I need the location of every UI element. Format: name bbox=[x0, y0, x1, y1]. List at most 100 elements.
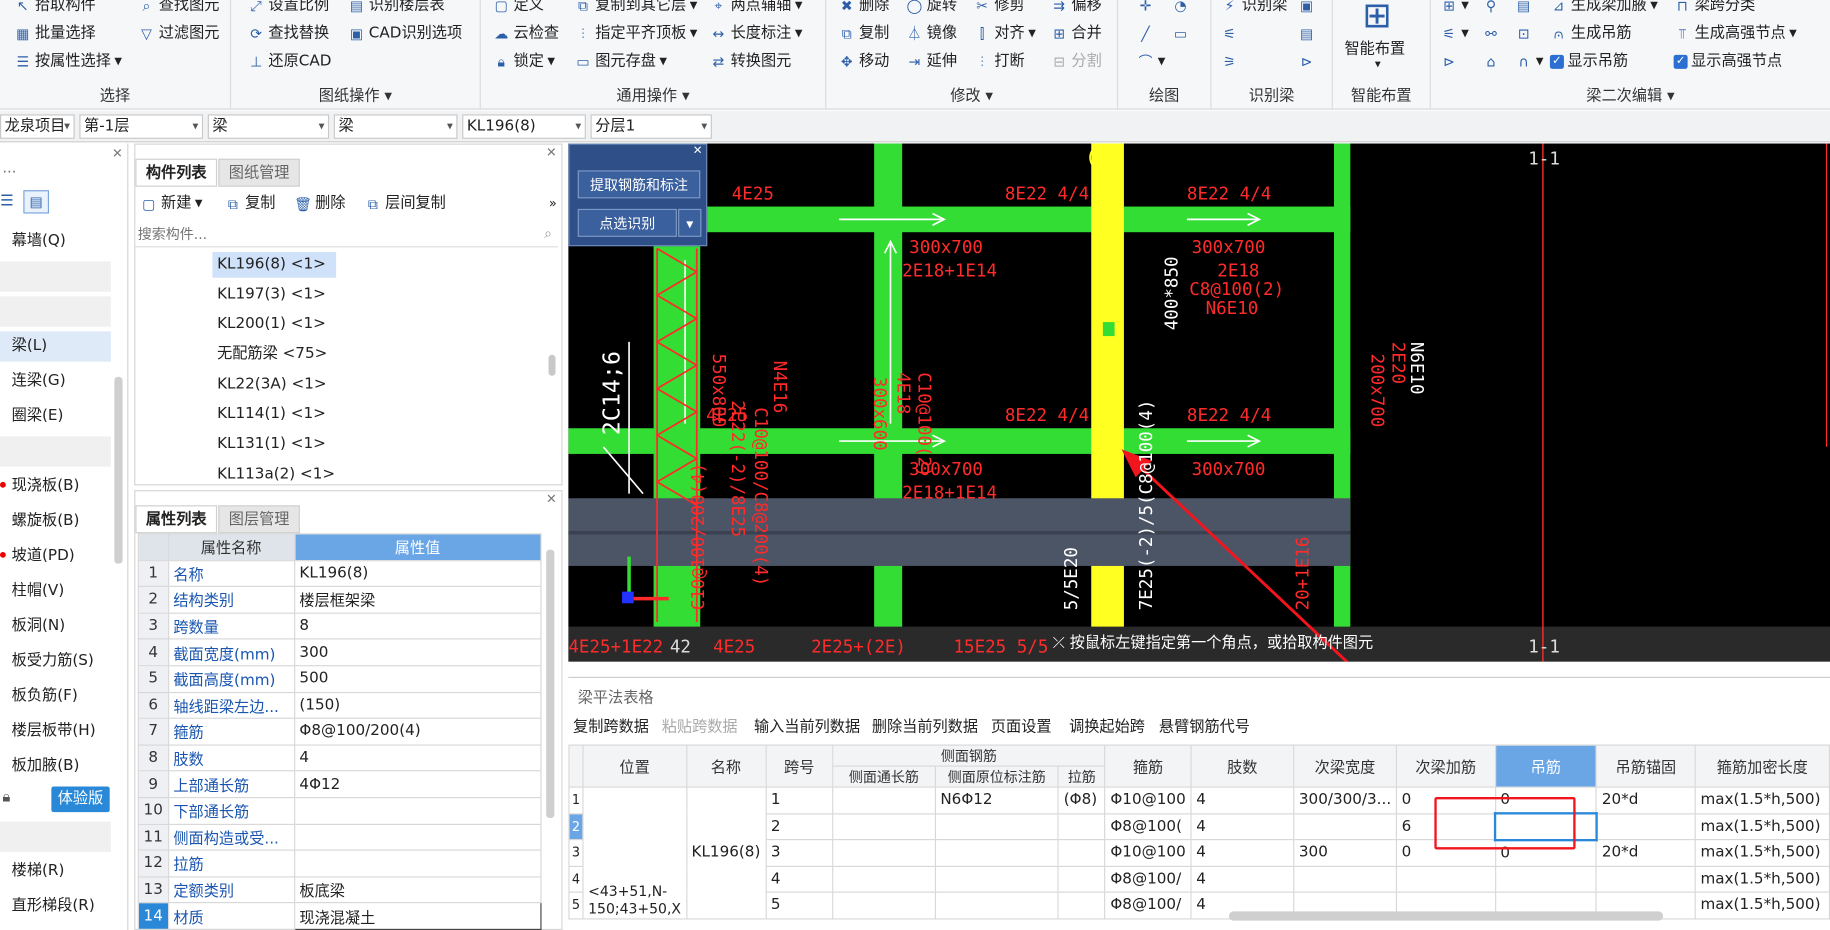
cell-secondary-width[interactable] bbox=[1293, 812, 1398, 841]
close-icon[interactable]: ✕ bbox=[112, 146, 123, 161]
table-h-scrollbar[interactable] bbox=[1228, 911, 1664, 921]
tree-item[interactable]: KL200(1) <1> bbox=[212, 312, 330, 338]
property-row[interactable]: 13 定额类别 板底梁 bbox=[137, 876, 542, 904]
property-value[interactable]: 4 bbox=[293, 744, 542, 772]
split-button[interactable]: ⊟ 分割 bbox=[1050, 49, 1101, 75]
recognize-floor-table-button[interactable]: ▤ 识别楼层表 bbox=[348, 0, 445, 19]
property-row[interactable]: 1 名称 KL196(8) bbox=[137, 559, 542, 588]
cell-dense-length[interactable]: max(1.5*h,500) bbox=[1694, 812, 1830, 841]
length-dimension-button[interactable]: ↔ 长度标注 ▾ bbox=[710, 21, 802, 47]
tree-item[interactable]: KL22(3A) <1> bbox=[212, 372, 331, 398]
property-value[interactable]: 500 bbox=[293, 665, 542, 693]
recognize-beam-button[interactable]: ⚡ 识别梁 bbox=[1221, 0, 1288, 19]
cell-dense-length[interactable]: max(1.5*h,500) bbox=[1694, 786, 1830, 814]
component-select[interactable]: KL196(8) bbox=[462, 114, 586, 139]
nav-item-slab-rebar[interactable]: 板受力筋(S) bbox=[0, 646, 111, 676]
cell-legs[interactable]: 4 bbox=[1190, 865, 1295, 893]
property-row[interactable]: 6 轴线距梁左边... (150) bbox=[137, 691, 542, 719]
select-by-attribute-button[interactable]: ☰ 按属性选择 ▾ bbox=[14, 49, 122, 75]
cell-side-continuous[interactable] bbox=[832, 839, 936, 867]
batch-select-button[interactable]: ▦ 批量选择 bbox=[14, 21, 96, 47]
property-row[interactable]: 12 拉筋 bbox=[137, 849, 542, 878]
close-icon[interactable]: ✕ bbox=[546, 145, 557, 160]
detail-view-icon[interactable]: ▤ bbox=[23, 190, 50, 214]
delete-button[interactable]: ✖ 删除 bbox=[838, 0, 889, 19]
offset-button[interactable]: ⇉ 偏移 bbox=[1050, 0, 1101, 19]
more-icon[interactable]: » bbox=[549, 196, 557, 211]
cell-secondary-width[interactable]: 300/300/3... bbox=[1293, 786, 1398, 814]
cantilever-rebar-code-button[interactable]: 悬臂钢筋代号 bbox=[1159, 716, 1250, 739]
cell-hanger-anchor[interactable]: 20*d bbox=[1595, 786, 1696, 814]
beam-selected[interactable] bbox=[1091, 143, 1124, 662]
tab-property-list[interactable]: 属性列表 bbox=[135, 505, 218, 534]
cell-tie[interactable] bbox=[1057, 812, 1106, 841]
lock-button[interactable]: 🔒︎ 锁定 ▾ bbox=[493, 49, 555, 75]
beam-tool-5-button[interactable]: ⚯ bbox=[1482, 21, 1500, 47]
beam-tool-3-button[interactable]: ▤ bbox=[1515, 0, 1533, 19]
swap-start-span-button[interactable]: 调换起始跨 bbox=[1069, 716, 1145, 739]
recognize-tool-3-button[interactable]: ⚞ bbox=[1221, 49, 1239, 75]
property-row[interactable]: 2 结构类别 楼层框架梁 bbox=[137, 586, 542, 614]
beam-tool-2-button[interactable]: ⚲ bbox=[1482, 0, 1500, 19]
new-component-button[interactable]: ▢ 新建 ▾ bbox=[140, 191, 202, 217]
property-value[interactable] bbox=[293, 849, 542, 878]
extend-button[interactable]: ⇥ 延伸 bbox=[906, 49, 957, 75]
property-row[interactable]: 9 上部通长筋 4Φ12 bbox=[137, 770, 542, 799]
cell-dense-length[interactable]: max(1.5*h,500) bbox=[1694, 839, 1830, 867]
beam-tool-1-button[interactable]: ⊞ ▾ bbox=[1440, 0, 1469, 19]
beam-tool-9-button[interactable]: ∩ ▾ bbox=[1515, 49, 1544, 75]
property-row[interactable]: 3 跨数量 8 bbox=[137, 612, 542, 640]
cell-side-continuous[interactable] bbox=[832, 786, 936, 814]
property-row[interactable]: 5 截面高度(mm) 500 bbox=[137, 665, 542, 693]
property-row[interactable]: 14 材质 现浇混凝土 bbox=[137, 902, 542, 930]
property-value[interactable]: 8 bbox=[293, 612, 542, 640]
draw-curve-button[interactable]: ⌒ ▾ bbox=[1137, 49, 1165, 75]
grip-point[interactable] bbox=[1102, 322, 1115, 337]
property-value[interactable] bbox=[293, 823, 542, 851]
extract-rebar-button[interactable]: 提取钢筋和标注 bbox=[577, 170, 701, 199]
show-high-strength-node-checkbox[interactable]: ✓ 显示高强节点 bbox=[1673, 49, 1782, 75]
cell-stirrup[interactable]: Φ8@100( bbox=[1104, 812, 1192, 841]
cell-side-original[interactable] bbox=[934, 891, 1060, 919]
recognize-tool-4-button[interactable]: ▣ bbox=[1298, 0, 1316, 19]
filter-element-button[interactable]: ▽ 过滤图元 bbox=[138, 21, 219, 47]
property-value[interactable] bbox=[293, 796, 542, 825]
restore-cad-button[interactable]: ⊥ 还原CAD bbox=[247, 49, 331, 75]
cell-secondary-add[interactable] bbox=[1395, 865, 1496, 893]
property-row[interactable]: 8 肢数 4 bbox=[137, 744, 542, 772]
page-setup-button[interactable]: 页面设置 bbox=[991, 716, 1052, 739]
tree-item[interactable]: KL197(3) <1> bbox=[212, 282, 330, 308]
cad-drawing[interactable]: 4E25 8E22 4/4 8E22 4/4 300x700 2E18+1E14 300x… bbox=[568, 143, 1830, 662]
beam-tool-7-button[interactable]: ⊳ bbox=[1440, 49, 1458, 75]
break-button[interactable]: ⫶ 打断 bbox=[973, 49, 1024, 75]
nav-item-straight-flight[interactable]: 直形梯段(R) bbox=[0, 892, 111, 922]
nav-item-coupling-beam[interactable]: 连梁(G) bbox=[0, 366, 111, 396]
point-recognize-button[interactable]: 点选识别 bbox=[577, 208, 677, 237]
nav-item-slab-haunch[interactable]: 板加腋(B) bbox=[0, 751, 111, 781]
cell-legs[interactable]: 4 bbox=[1190, 812, 1295, 841]
align-button[interactable]: ⫿ 对齐 ▾ bbox=[973, 21, 1036, 47]
smart-layout-icon[interactable]: ⊞ bbox=[1354, 0, 1401, 37]
cell-side-original[interactable] bbox=[934, 812, 1060, 841]
cell-secondary-width[interactable] bbox=[1293, 865, 1398, 893]
chevron-down-icon[interactable]: ▾ bbox=[678, 208, 702, 237]
tab-layer-management[interactable]: 图层管理 bbox=[218, 505, 300, 534]
beam-tool-6-button[interactable]: ⊡ bbox=[1515, 21, 1533, 47]
copy-component-button[interactable]: ⧉ 复制 bbox=[224, 191, 276, 217]
property-scrollbar[interactable] bbox=[546, 549, 555, 818]
cloud-check-button[interactable]: ☁ 云检查 bbox=[493, 21, 559, 47]
span-classify-button[interactable]: ⊓ 梁跨分类 bbox=[1674, 0, 1755, 19]
cell-span[interactable]: 3 bbox=[765, 839, 834, 867]
table-row[interactable]: 1 <43+51,N-150;43+50,X KL196(8) 1 N6Φ12 (Φ8) Φ… bbox=[568, 786, 1830, 919]
property-value[interactable]: 板底梁 bbox=[293, 876, 542, 904]
recognize-tool-5-button[interactable]: ▤ bbox=[1298, 21, 1316, 47]
cell-secondary-width[interactable]: 300 bbox=[1293, 839, 1398, 867]
cell-tie[interactable] bbox=[1057, 865, 1106, 893]
cell-span[interactable]: 5 bbox=[765, 891, 834, 919]
pick-component-button[interactable]: ↖ 拾取构件 bbox=[14, 0, 96, 19]
mirror-button[interactable]: ⏃ 镜像 bbox=[906, 21, 957, 47]
tab-component-list[interactable]: 构件列表 bbox=[135, 158, 218, 187]
property-value[interactable]: (150) bbox=[293, 691, 542, 719]
trim-button[interactable]: ✂ 修剪 bbox=[973, 0, 1024, 19]
tree-item-selected[interactable]: KL196(8) <1> bbox=[212, 252, 337, 278]
